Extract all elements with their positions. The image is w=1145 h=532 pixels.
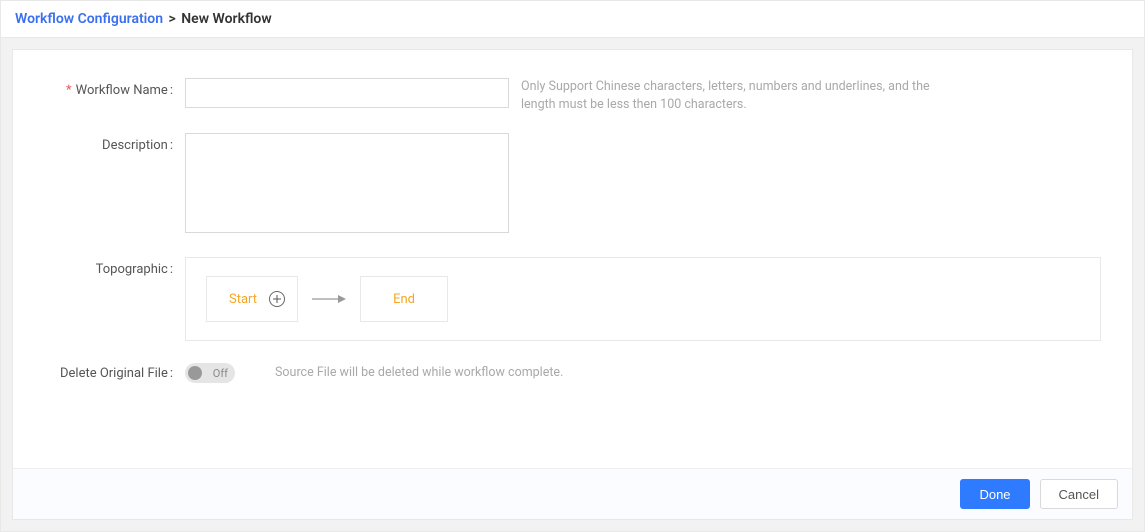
breadcrumb-current: New Workflow — [181, 11, 271, 27]
field-description — [185, 133, 509, 237]
required-star-icon: * — [66, 83, 72, 98]
page-root: Workflow Configuration > New Workflow * W… — [0, 0, 1145, 532]
row-description: Description: — [43, 133, 1102, 237]
label-delete-original: Delete Original File: — [43, 361, 173, 381]
colon: : — [168, 262, 173, 277]
done-button[interactable]: Done — [960, 479, 1029, 509]
field-workflow-name — [185, 78, 509, 108]
label-text-delete-original: Delete Original File — [60, 366, 168, 381]
row-delete-original: Delete Original File: Off Source File wi… — [43, 361, 1102, 387]
label-description: Description: — [43, 133, 173, 153]
add-node-icon[interactable] — [269, 291, 285, 307]
label-text-topographic: Topographic — [96, 262, 168, 277]
toggle-knob-icon — [188, 366, 202, 380]
row-topographic: Topographic: Start — [43, 257, 1102, 341]
label-topographic: Topographic: — [43, 257, 173, 277]
label-workflow-name: * Workflow Name: — [43, 78, 173, 98]
node-start[interactable]: Start — [206, 276, 298, 322]
toggle-state-text: Off — [213, 367, 228, 380]
form-panel: * Workflow Name: Only Support Chinese cha… — [12, 49, 1133, 520]
arrow-icon — [312, 293, 346, 305]
label-text-description: Description — [102, 138, 168, 153]
node-end-label: End — [393, 292, 415, 307]
colon: : — [168, 138, 173, 153]
workflow-name-input[interactable] — [185, 78, 509, 108]
delete-original-toggle[interactable]: Off — [185, 363, 235, 383]
node-start-label: Start — [229, 292, 257, 307]
panel-footer: Done Cancel — [13, 468, 1132, 519]
breadcrumb-separator: > — [167, 11, 178, 27]
node-end[interactable]: End — [360, 276, 448, 322]
field-delete-original: Off — [185, 361, 235, 387]
content-gap: * Workflow Name: Only Support Chinese cha… — [1, 38, 1144, 531]
description-textarea[interactable] — [185, 133, 509, 233]
label-text-workflow-name: Workflow Name — [76, 83, 168, 98]
field-topographic: Start — [185, 257, 1101, 341]
colon: : — [168, 366, 173, 381]
row-workflow-name: * Workflow Name: Only Support Chinese cha… — [43, 78, 1102, 113]
hint-delete-original: Source File will be deleted while workfl… — [275, 361, 563, 382]
breadcrumb: Workflow Configuration > New Workflow — [1, 1, 1144, 38]
topographic-canvas: Start — [185, 257, 1101, 341]
colon: : — [168, 83, 173, 98]
hint-workflow-name: Only Support Chinese characters, letters… — [521, 78, 951, 113]
form-body: * Workflow Name: Only Support Chinese cha… — [13, 50, 1132, 468]
breadcrumb-root-link[interactable]: Workflow Configuration — [15, 11, 163, 27]
cancel-button[interactable]: Cancel — [1040, 479, 1118, 509]
